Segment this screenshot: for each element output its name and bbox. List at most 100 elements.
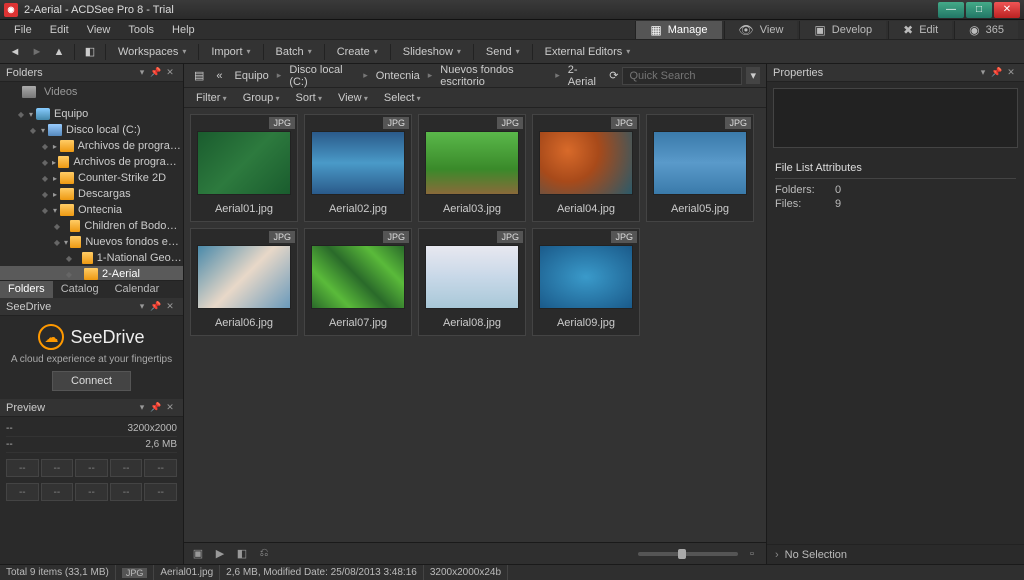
back-button[interactable]: ◄ <box>6 43 24 61</box>
pin-icon[interactable]: 📌 <box>149 301 163 312</box>
breadcrumb-nuevos[interactable]: Nuevos fondos escritorio <box>436 62 551 90</box>
panel-menu-icon[interactable]: ▾ <box>135 67 149 78</box>
slideshow-dropdown[interactable]: Slideshow <box>397 44 467 60</box>
panel-menu-icon[interactable]: ▾ <box>976 67 990 78</box>
preview-btn-6[interactable]: -- <box>6 483 39 501</box>
preview-btn-2[interactable]: -- <box>41 459 74 477</box>
thumbnail-item[interactable]: JPG Aerial05.jpg <box>646 114 754 222</box>
tree-item-ontecnia[interactable]: ◆▾Ontecnia <box>0 202 183 218</box>
panel-close-icon[interactable]: ✕ <box>163 67 177 78</box>
pin-icon[interactable]: 📌 <box>990 67 1004 78</box>
menu-view[interactable]: View <box>79 22 119 38</box>
breadcrumb-back-icon[interactable]: « <box>212 68 226 84</box>
tree-item-disco[interactable]: ◆▾Disco local (C:) <box>0 122 183 138</box>
refresh-icon[interactable]: ⟳ <box>609 69 618 82</box>
view-dropdown[interactable]: View <box>332 90 374 106</box>
seedrive-title: SeeDrive <box>6 301 135 313</box>
tree-item-arch1[interactable]: ◆▸Archivos de programa <box>0 138 183 154</box>
footer-icon-1[interactable]: ▣ <box>190 546 206 562</box>
select-dropdown[interactable]: Select <box>378 90 427 106</box>
group-dropdown[interactable]: Group <box>237 90 286 106</box>
footer-icon-4[interactable]: ⎌ <box>256 546 272 562</box>
sort-dropdown[interactable]: Sort <box>290 90 328 106</box>
preview-btn-9[interactable]: -- <box>110 483 143 501</box>
search-input[interactable] <box>622 67 742 85</box>
tree-item-nuevos[interactable]: ◆▾Nuevos fondos escritorio <box>0 234 183 250</box>
tab-catalog[interactable]: Catalog <box>53 281 107 298</box>
thumbnail-size-slider[interactable] <box>638 552 738 556</box>
thumbnail-item[interactable]: JPG Aerial04.jpg <box>532 114 640 222</box>
tree-item-cob[interactable]: ◆Children of Bodom 2005 A <box>0 218 183 234</box>
mode-tab-view[interactable]: 👁View <box>724 21 798 39</box>
panel-menu-icon[interactable]: ▾ <box>135 402 149 413</box>
window-maximize-button[interactable]: □ <box>966 2 992 18</box>
format-badge: JPG <box>497 231 523 243</box>
preview-btn-7[interactable]: -- <box>41 483 74 501</box>
tree-item-descargas[interactable]: ◆▸Descargas <box>0 186 183 202</box>
thumbnail-item[interactable]: JPG Aerial02.jpg <box>304 114 412 222</box>
mode-tab-manage[interactable]: ▦Manage <box>635 21 721 39</box>
external-editors-dropdown[interactable]: External Editors <box>539 44 637 60</box>
tree-item-arch2[interactable]: ◆▸Archivos de programa (x86) <box>0 154 183 170</box>
menu-help[interactable]: Help <box>164 22 203 38</box>
search-dropdown-icon[interactable]: ▾ <box>746 67 760 84</box>
preview-btn-1[interactable]: -- <box>6 459 39 477</box>
mode-tab-edit[interactable]: ✖Edit <box>888 21 952 39</box>
chevron-icon[interactable]: › <box>775 549 779 561</box>
preview-btn-4[interactable]: -- <box>110 459 143 477</box>
tree-item-aerial[interactable]: ◆2-Aerial <box>0 266 183 280</box>
menu-bar: File Edit View Tools Help ▦Manage 👁View … <box>0 20 1024 40</box>
window-minimize-button[interactable]: — <box>938 2 964 18</box>
panel-menu-icon[interactable]: ▾ <box>135 301 149 312</box>
footer-icon-3[interactable]: ◧ <box>234 546 250 562</box>
tree-item-equipo[interactable]: ◆▾Equipo <box>0 106 183 122</box>
thumbnail-item[interactable]: JPG Aerial03.jpg <box>418 114 526 222</box>
breadcrumb-equipo[interactable]: Equipo <box>231 68 273 84</box>
create-dropdown[interactable]: Create <box>331 44 384 60</box>
breadcrumb-ontecnia[interactable]: Ontecnia <box>372 68 424 84</box>
tree-item-natgeo[interactable]: ◆1-National Geographic <box>0 250 183 266</box>
panel-close-icon[interactable]: ✕ <box>163 301 177 312</box>
filter-dropdown[interactable]: Filter <box>190 90 233 106</box>
preview-btn-5[interactable]: -- <box>144 459 177 477</box>
preview-btn-3[interactable]: -- <box>75 459 108 477</box>
preview-btn-10[interactable]: -- <box>144 483 177 501</box>
up-button[interactable]: ▲ <box>50 43 68 61</box>
connect-button[interactable]: Connect <box>52 371 131 391</box>
menu-tools[interactable]: Tools <box>120 22 162 38</box>
forward-button[interactable]: ► <box>28 43 46 61</box>
footer-icon-5[interactable]: ▫ <box>744 546 760 562</box>
window-close-button[interactable]: ✕ <box>994 2 1020 18</box>
mode-tab-develop[interactable]: ▣Develop <box>799 21 886 39</box>
preview-dimensions: 3200x2000 <box>128 423 178 434</box>
menu-file[interactable]: File <box>6 22 40 38</box>
mode-tab-365[interactable]: ◉365 <box>954 21 1018 39</box>
panel-close-icon[interactable]: ✕ <box>163 402 177 413</box>
tree-item-videos[interactable]: Videos <box>0 84 183 100</box>
thumbnail-item[interactable]: JPG Aerial07.jpg <box>304 228 412 336</box>
tree-item-cs2d[interactable]: ◆▸Counter-Strike 2D <box>0 170 183 186</box>
thumbnail-item[interactable]: JPG Aerial09.jpg <box>532 228 640 336</box>
breadcrumb-disco[interactable]: Disco local (C:) <box>285 62 359 90</box>
batch-dropdown[interactable]: Batch <box>270 44 318 60</box>
import-dropdown[interactable]: Import <box>205 44 256 60</box>
menu-edit[interactable]: Edit <box>42 22 77 38</box>
breadcrumb-history-icon[interactable]: ▤ <box>190 67 208 84</box>
pin-icon[interactable]: 📌 <box>149 67 163 78</box>
workspaces-dropdown[interactable]: Workspaces <box>112 44 192 60</box>
breadcrumb-aerial[interactable]: 2-Aerial <box>564 62 605 90</box>
send-dropdown[interactable]: Send <box>480 44 526 60</box>
preview-btn-8[interactable]: -- <box>75 483 108 501</box>
thumbnail-image <box>311 245 405 309</box>
footer-icon-2[interactable]: ▶ <box>212 546 228 562</box>
thumbnail-item[interactable]: JPG Aerial01.jpg <box>190 114 298 222</box>
thumbnail-item[interactable]: JPG Aerial06.jpg <box>190 228 298 336</box>
pin-icon[interactable]: 📌 <box>149 402 163 413</box>
tab-folders[interactable]: Folders <box>0 281 53 298</box>
tab-calendar[interactable]: Calendar <box>107 281 168 298</box>
toolbar-icon-1[interactable]: ◧ <box>81 43 99 61</box>
thumbnail-item[interactable]: JPG Aerial08.jpg <box>418 228 526 336</box>
panel-close-icon[interactable]: ✕ <box>1004 67 1018 78</box>
seedrive-name: SeeDrive <box>70 327 144 348</box>
file-list-attributes-header: File List Attributes <box>775 158 1016 179</box>
